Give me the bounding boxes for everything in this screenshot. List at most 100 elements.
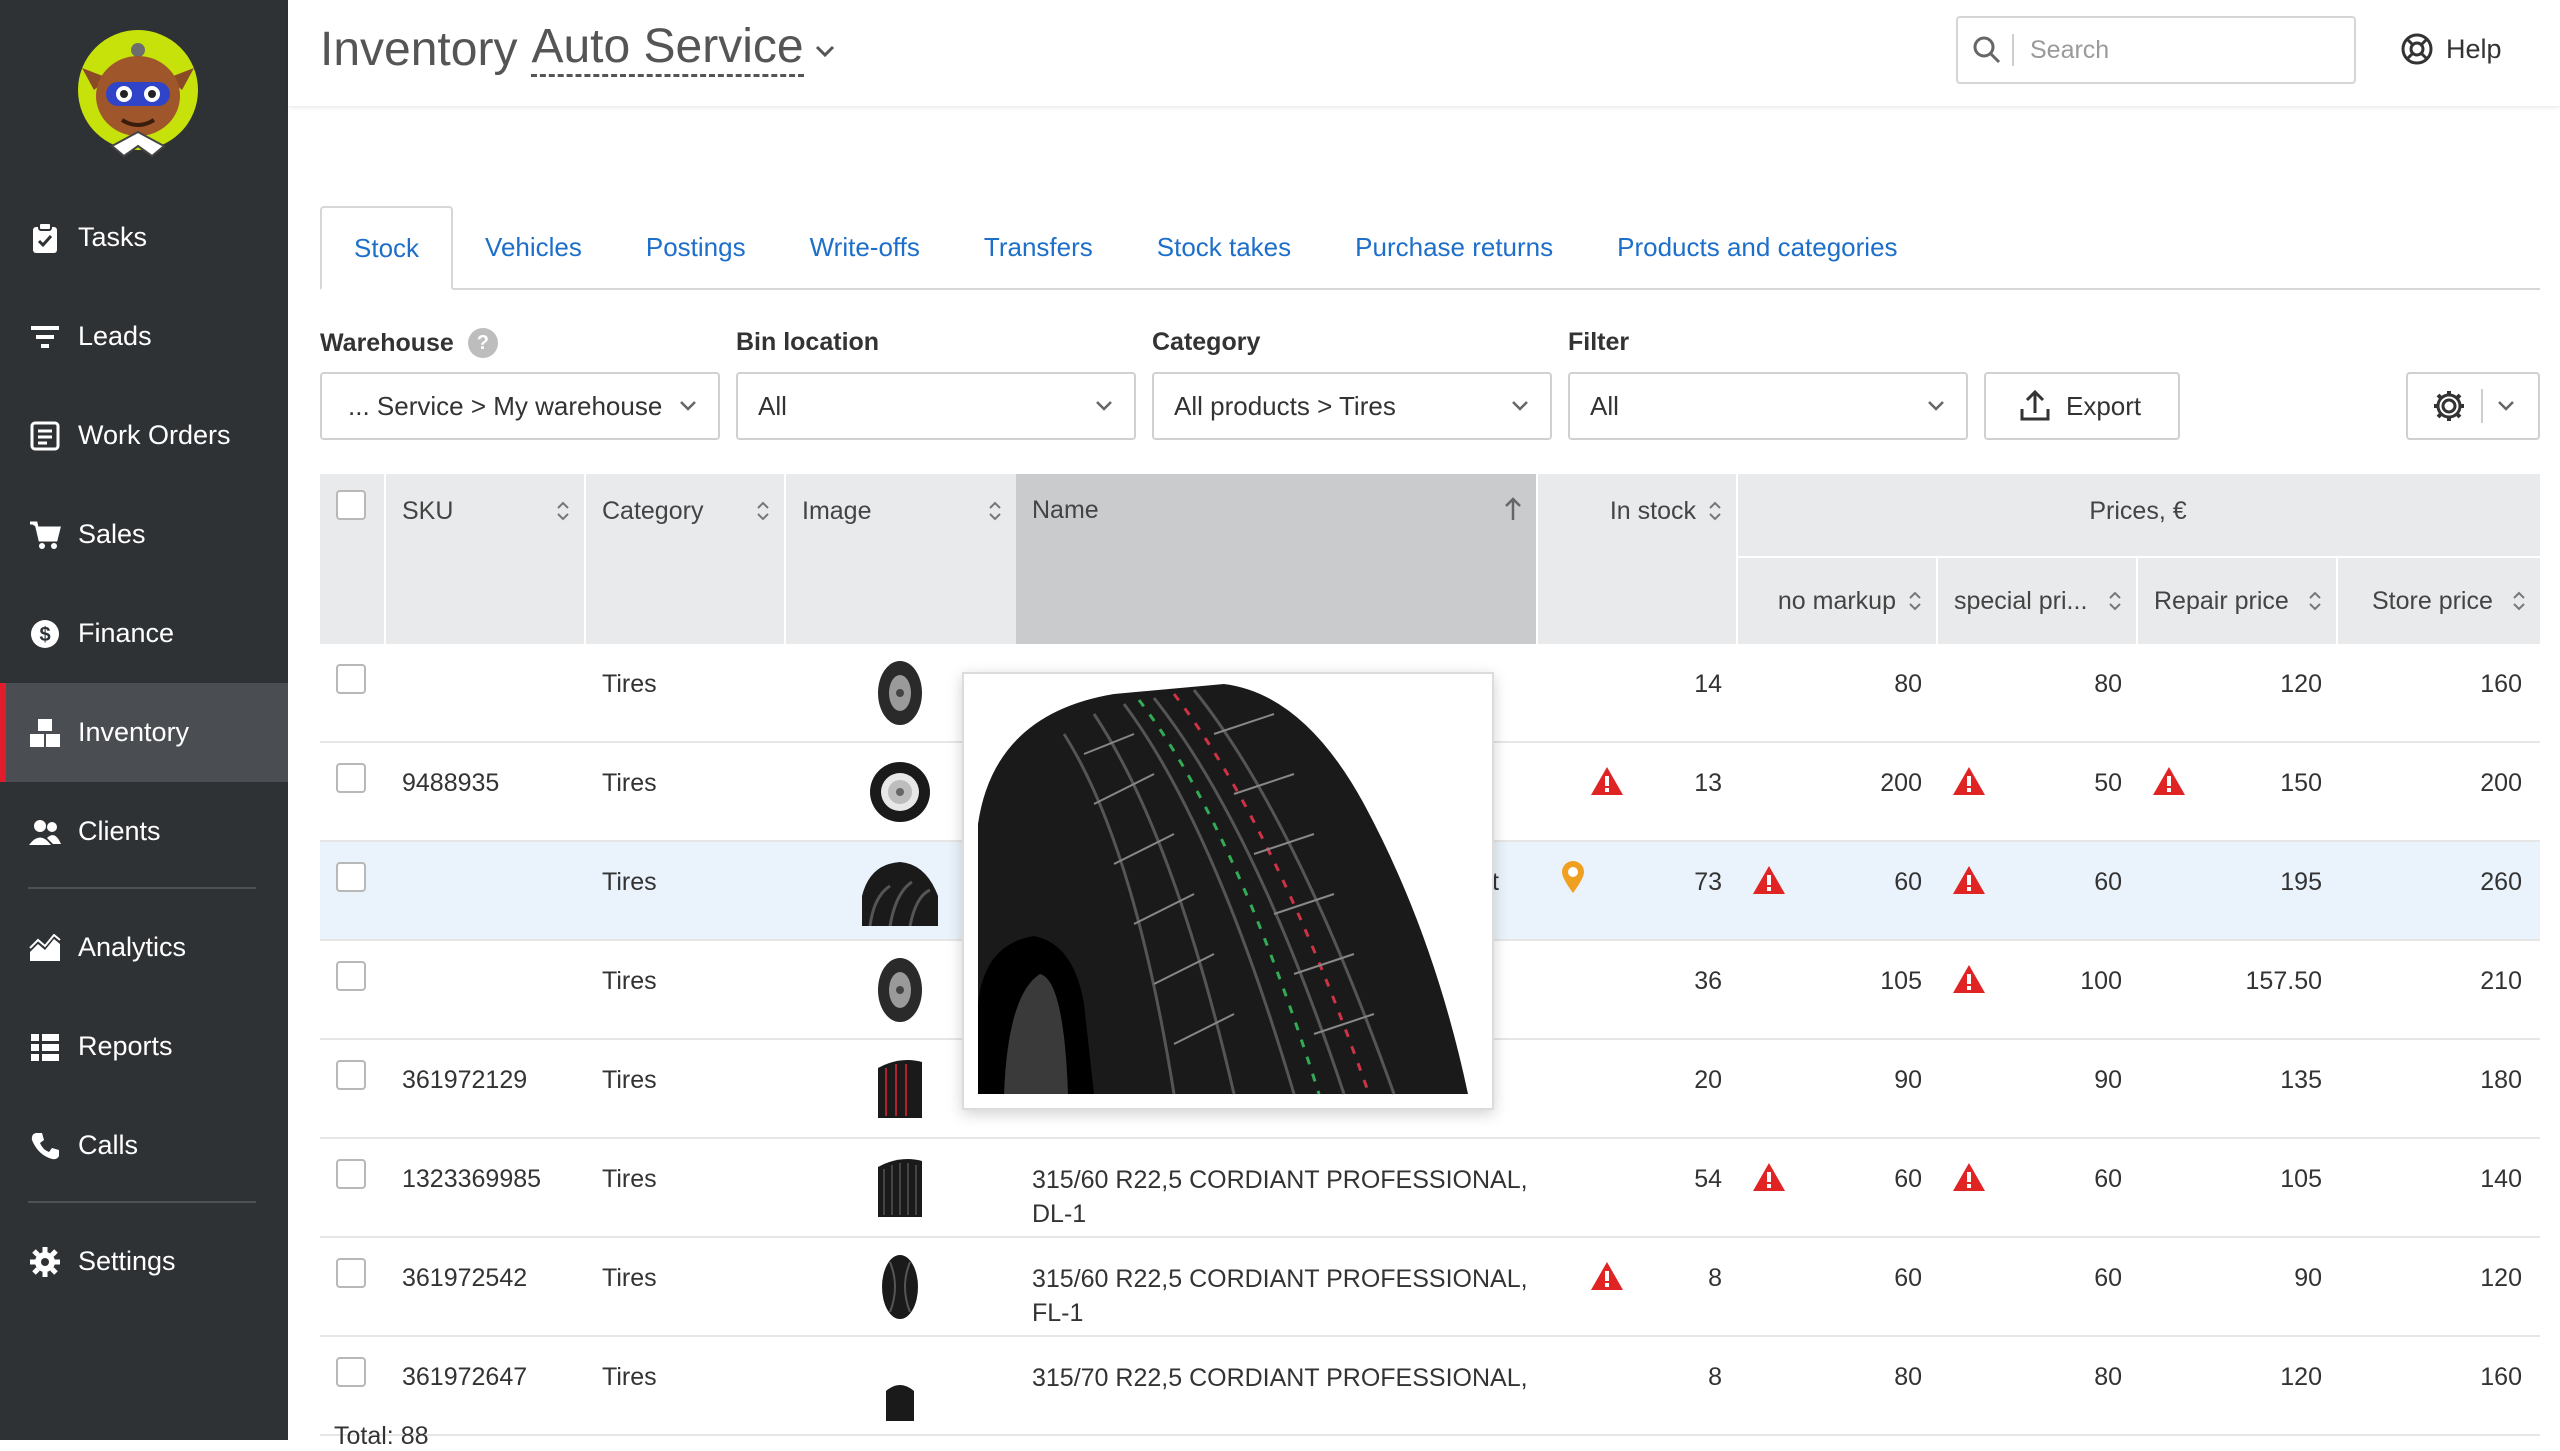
sku-cell: 361972542 (402, 1264, 528, 1292)
product-thumbnail[interactable] (860, 955, 940, 1025)
no-markup-cell: 60 (1894, 868, 1922, 896)
store-price-cell: 160 (2480, 670, 2522, 698)
table-row[interactable]: 361972542 Tires 315/60 R22,5 CORDIANT PROF… (320, 1238, 2540, 1337)
in-stock-cell: 14 (1694, 670, 1722, 698)
list-icon (28, 1030, 62, 1064)
warning-icon[interactable] (1752, 864, 1786, 896)
search-icon (1973, 36, 2001, 64)
tab-vehicles[interactable]: Vehicles (453, 206, 614, 288)
row-checkbox[interactable] (336, 1159, 366, 1189)
repair-price-cell: 105 (2280, 1165, 2322, 1193)
warning-icon[interactable] (1752, 1161, 1786, 1193)
select-all-checkbox[interactable] (336, 490, 366, 520)
table-footer-total: Total: 88 (334, 1422, 429, 1450)
name-header[interactable]: Name (1016, 474, 1536, 644)
filter-select[interactable]: All (1568, 372, 1968, 440)
tab-stock-takes[interactable]: Stock takes (1125, 206, 1323, 288)
warning-icon[interactable] (1952, 963, 1986, 995)
product-thumbnail[interactable] (860, 658, 940, 728)
in-stock-header[interactable]: In stock (1536, 474, 1736, 548)
sidebar-item-reports[interactable]: Reports (0, 997, 288, 1096)
tab-write-offs[interactable]: Write-offs (778, 206, 952, 288)
warning-icon[interactable] (1590, 765, 1624, 797)
warehouse-label: Warehouse ? (320, 328, 498, 358)
row-checkbox[interactable] (336, 862, 366, 892)
row-checkbox[interactable] (336, 1060, 366, 1090)
sidebar-item-settings[interactable]: Settings (0, 1212, 288, 1311)
page-title[interactable]: Inventory Auto Service (320, 22, 836, 77)
sort-icon (757, 501, 769, 521)
sidebar-item-sales[interactable]: Sales (0, 485, 288, 584)
tab-stock[interactable]: Stock (320, 206, 454, 290)
tab-transfers[interactable]: Transfers (952, 206, 1125, 288)
search-input[interactable] (2028, 34, 2332, 66)
sidebar-item-leads[interactable]: Leads (0, 287, 288, 386)
help-question-icon[interactable]: ? (467, 328, 498, 358)
sidebar-item-work-orders[interactable]: Work Orders (0, 386, 288, 485)
sidebar-item-inventory[interactable]: Inventory (0, 683, 288, 782)
tab-products-and-categories[interactable]: Products and categories (1585, 206, 1929, 288)
sidebar-item-label: Tasks (78, 222, 148, 252)
tab-purchase-returns[interactable]: Purchase returns (1323, 206, 1585, 288)
sidebar-item-clients[interactable]: Clients (0, 782, 288, 881)
product-thumbnail[interactable] (860, 1153, 940, 1223)
product-thumbnail[interactable] (860, 1351, 940, 1421)
row-checkbox[interactable] (336, 1258, 366, 1288)
export-button[interactable]: Export (1984, 372, 2180, 440)
product-thumbnail[interactable] (860, 757, 940, 827)
sidebar-item-label: Analytics (78, 932, 187, 962)
category-header[interactable]: Category (584, 474, 784, 548)
name-line-2: FL-1 (1032, 1299, 1084, 1327)
warning-icon[interactable] (1952, 864, 1986, 896)
no-markup-header[interactable]: no markup (1736, 558, 1936, 644)
sidebar-item-label: Finance (78, 618, 175, 648)
warning-icon[interactable] (1952, 1161, 1986, 1193)
chevron-down-icon (1928, 401, 1944, 411)
chevron-down-icon[interactable] (814, 34, 836, 65)
table-settings-button[interactable] (2406, 372, 2540, 440)
product-thumbnail[interactable] (860, 1252, 940, 1322)
robot-avatar-icon[interactable] (72, 28, 204, 160)
repair-price-header[interactable]: Repair price (2136, 558, 2336, 644)
name-cell[interactable]: 315/60 R22,5 CORDIANT PROFESSIONAL, FL-1 (1032, 1262, 1552, 1330)
help-button[interactable]: Help (2400, 32, 2502, 66)
warning-icon[interactable] (1590, 1260, 1624, 1292)
bin-location-select[interactable]: All (736, 372, 1136, 440)
in-stock-cell: 13 (1694, 769, 1722, 797)
table-row[interactable]: 361972647 Tires 315/70 R22,5 CORDIANT PROF… (320, 1337, 2540, 1436)
phone-icon (28, 1129, 62, 1163)
row-checkbox[interactable] (336, 961, 366, 991)
sku-header[interactable]: SKU (384, 474, 584, 548)
sidebar-item-label: Settings (78, 1246, 176, 1276)
warning-icon[interactable] (1952, 765, 1986, 797)
tab-postings[interactable]: Postings (614, 206, 778, 288)
search-box[interactable] (1956, 16, 2356, 84)
warehouse-select[interactable]: ... Service > My warehouse (320, 372, 720, 440)
warning-icon[interactable] (2152, 765, 2186, 797)
location-pin-icon[interactable] (1560, 860, 1594, 893)
category-cell: Tires (602, 967, 657, 995)
location-selector[interactable]: Auto Service (531, 22, 804, 77)
image-header[interactable]: Image (784, 474, 1016, 548)
sidebar-item-analytics[interactable]: Analytics (0, 898, 288, 997)
sidebar: Tasks Leads Work Orders Sales $ Finance Invent… (0, 0, 288, 1440)
gear-icon (2434, 391, 2464, 421)
row-checkbox[interactable] (336, 1357, 366, 1387)
sidebar-item-tasks[interactable]: Tasks (0, 188, 288, 287)
name-cell[interactable]: 315/60 R22,5 CORDIANT PROFESSIONAL, DL-1 (1032, 1163, 1552, 1231)
row-checkbox[interactable] (336, 664, 366, 694)
row-checkbox[interactable] (336, 763, 366, 793)
bin-location-value: All (758, 390, 787, 421)
in-stock-cell: 20 (1694, 1066, 1722, 1094)
name-cell[interactable]: 315/70 R22,5 CORDIANT PROFESSIONAL, (1032, 1361, 1552, 1395)
store-price-header[interactable]: Store price (2336, 558, 2540, 644)
sidebar-item-label: Leads (78, 321, 152, 351)
product-thumbnail[interactable] (860, 1054, 940, 1124)
sidebar-item-finance[interactable]: $ Finance (0, 584, 288, 683)
sidebar-item-calls[interactable]: Calls (0, 1096, 288, 1195)
special-price-header[interactable]: special pri... (1936, 558, 2136, 644)
table-row[interactable]: 1323369985 Tires 315/60 R22,5 CORDIANT PRO… (320, 1139, 2540, 1238)
product-thumbnail[interactable] (860, 856, 940, 927)
category-select[interactable]: All products > Tires (1152, 372, 1552, 440)
category-cell: Tires (602, 1264, 657, 1292)
